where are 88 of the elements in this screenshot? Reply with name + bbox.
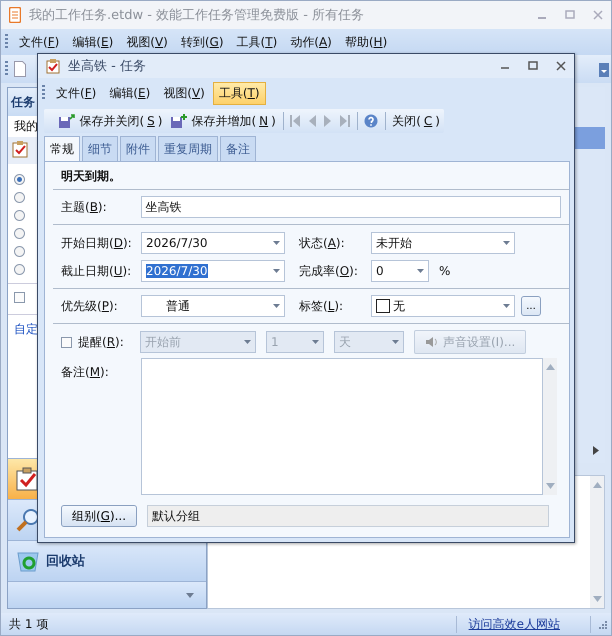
- toolbar-button[interactable]: 保存并关闭(S): [54, 110, 166, 132]
- notebook-icon: [9, 7, 21, 23]
- radio-button[interactable]: [14, 210, 25, 221]
- website-link[interactable]: 访问高效e人网站: [456, 616, 591, 632]
- scrollbar[interactable]: [590, 476, 604, 608]
- pane-subheader: 我的: [14, 119, 38, 133]
- field-label: 截止日期(U):: [61, 262, 132, 280]
- recycle-bin-icon: [16, 550, 40, 572]
- document-icon[interactable]: [14, 61, 26, 77]
- group-field: 默认分组: [147, 505, 549, 527]
- percent-dropdown[interactable]: 0: [371, 260, 429, 282]
- scroll-up-icon[interactable]: [546, 364, 554, 370]
- tab[interactable]: 重复周期: [158, 136, 218, 161]
- resize-grip-icon[interactable]: [597, 619, 607, 629]
- menu-item[interactable]: 工具(T): [232, 32, 282, 52]
- caret-icon: [503, 304, 510, 308]
- menu-item[interactable]: 转到(G): [176, 32, 229, 52]
- caret-icon: [503, 241, 510, 245]
- field-label: 标签(L):: [299, 298, 344, 314]
- scrollbar[interactable]: [543, 358, 557, 495]
- toolbar-button[interactable]: 关闭(C): [388, 110, 444, 132]
- caret-icon: [273, 304, 280, 308]
- scroll-right-icon[interactable]: [593, 446, 599, 455]
- menu-item[interactable]: 视图(V): [158, 82, 210, 104]
- radio-button[interactable]: [14, 228, 25, 239]
- clipboard-icon: [16, 467, 38, 491]
- tag-dropdown[interactable]: 无: [371, 295, 515, 317]
- close-icon[interactable]: [556, 61, 566, 71]
- field-label: 主题(B):: [61, 198, 108, 216]
- tab[interactable]: 常规: [44, 136, 80, 161]
- subject-field[interactable]: 坐高铁: [140, 196, 561, 218]
- status-text: 共 1 项: [9, 616, 50, 632]
- caret-icon: [273, 269, 280, 273]
- menu-item[interactable]: 文件(F): [14, 32, 64, 52]
- menu-item[interactable]: 帮助(H): [340, 32, 392, 52]
- caret-icon: [392, 340, 399, 344]
- radio-button[interactable]: [14, 246, 25, 257]
- tab[interactable]: 备注: [220, 136, 256, 161]
- toolbar-button[interactable]: 保存并增加(N): [166, 110, 280, 132]
- pane-header: 任务: [11, 95, 35, 109]
- checkbox[interactable]: [14, 292, 25, 303]
- overflow-icon[interactable]: [599, 63, 609, 77]
- field-label: 开始日期(D):: [61, 234, 133, 252]
- field-label: 完成率(O):: [299, 262, 359, 280]
- notes-field[interactable]: [141, 358, 543, 495]
- magnifier-icon: [16, 508, 40, 532]
- maximize-icon[interactable]: [528, 61, 538, 71]
- dialog-title: 坐高铁 - 任务: [68, 58, 147, 75]
- field-label: 优先级(P):: [61, 298, 119, 314]
- date-dropdown[interactable]: 2026/7/30: [141, 260, 285, 282]
- scroll-down-icon[interactable]: [592, 596, 602, 602]
- radio-button[interactable]: [14, 264, 25, 275]
- speaker-icon: [425, 335, 439, 349]
- save-icon: [58, 113, 76, 129]
- menu-item[interactable]: 编辑(E): [104, 82, 156, 104]
- nav-button[interactable]: 回收站: [8, 540, 206, 581]
- tab[interactable]: 细节: [82, 136, 118, 161]
- caret-icon: [312, 340, 319, 344]
- save-icon: [170, 113, 188, 129]
- tab[interactable]: 附件: [120, 136, 156, 161]
- menu-item[interactable]: 视图(V): [121, 32, 173, 52]
- menu-item[interactable]: 编辑(E): [67, 32, 118, 52]
- status-dropdown[interactable]: 未开始: [371, 232, 515, 254]
- group-button[interactable]: 组别(G)...: [61, 505, 137, 527]
- menu-item[interactable]: 动作(A): [285, 32, 337, 52]
- menu-item[interactable]: 文件(F): [51, 82, 102, 104]
- priority-dropdown[interactable]: 普通: [141, 295, 285, 317]
- field-label: 备注(M):: [61, 364, 110, 381]
- caret-icon: [273, 241, 280, 245]
- clipboard-icon: [46, 58, 60, 74]
- scroll-up-icon[interactable]: [592, 482, 602, 488]
- caret-icon[interactable]: [186, 592, 194, 598]
- clipboard-icon[interactable]: [12, 140, 28, 158]
- due-notice: 明天到期。: [53, 162, 569, 190]
- window-title: 我的工作任务.etdw - 效能工作任务管理免费版 - 所有任务: [29, 7, 366, 24]
- custom-link[interactable]: 自定: [14, 322, 38, 336]
- date-dropdown[interactable]: 2026/7/30: [141, 232, 285, 254]
- menu-item[interactable]: 工具(T): [212, 82, 266, 104]
- more-button[interactable]: ...: [521, 296, 541, 316]
- scroll-down-icon[interactable]: [546, 483, 554, 489]
- field-label: 状态(A):: [299, 234, 346, 252]
- radio-button[interactable]: [14, 174, 25, 185]
- percent-unit: %: [439, 264, 450, 278]
- caret-icon: [417, 269, 424, 273]
- field-label: 提醒(R):: [78, 334, 125, 350]
- caret-icon: [244, 340, 251, 344]
- radio-button[interactable]: [14, 192, 25, 203]
- checkbox[interactable]: [61, 336, 72, 348]
